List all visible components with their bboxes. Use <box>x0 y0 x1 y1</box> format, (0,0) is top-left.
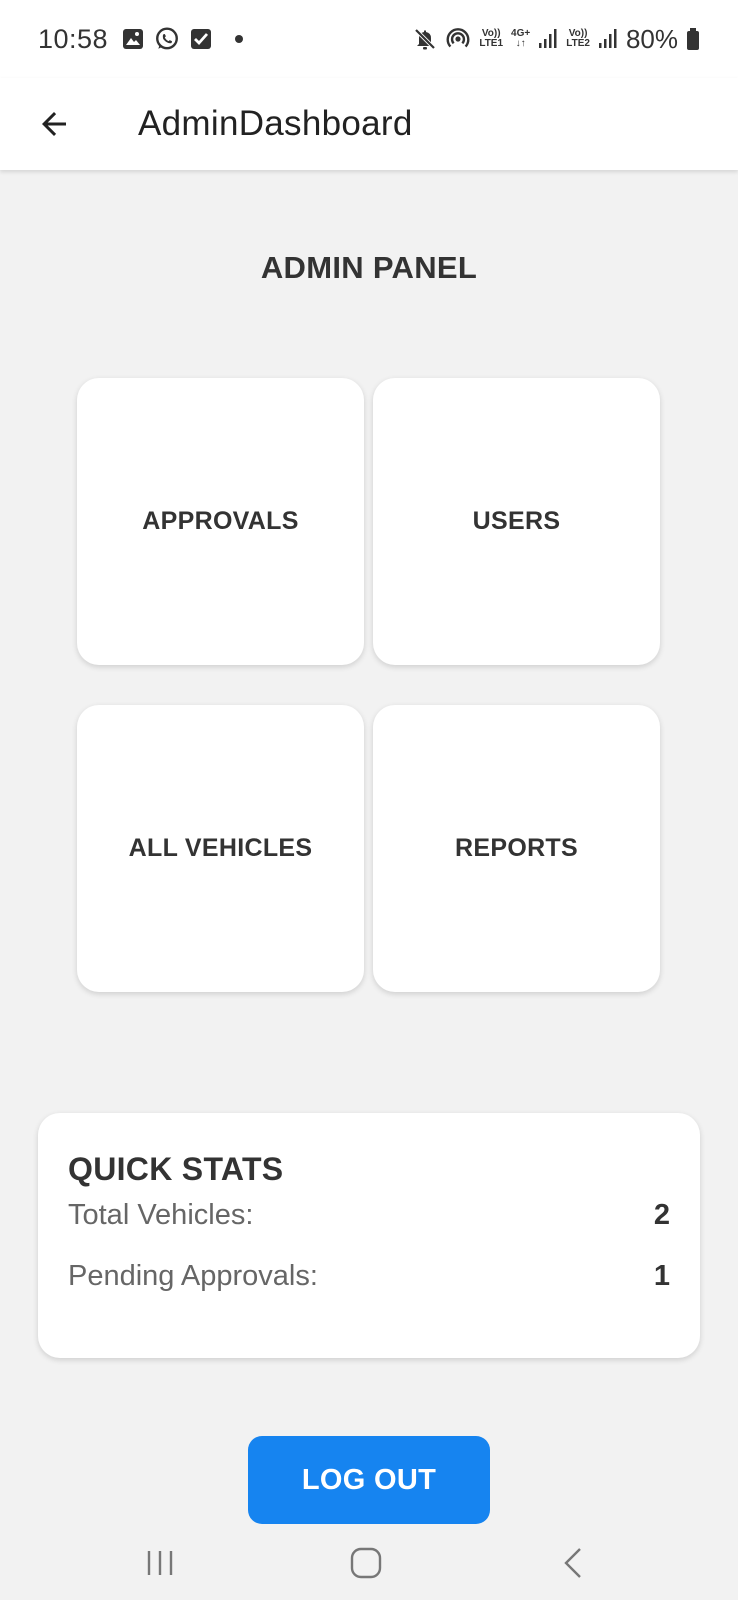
whatsapp-icon <box>154 26 180 52</box>
hotspot-icon <box>445 26 471 52</box>
recents-icon <box>147 1551 173 1575</box>
stat-row-total-vehicles: Total Vehicles: 2 <box>68 1195 670 1235</box>
tile-all-vehicles[interactable]: ALL VEHICLES <box>77 705 364 992</box>
signal-icon <box>538 28 558 50</box>
stat-label: Pending Approvals: <box>68 1259 318 1292</box>
net-type-tag: 4G+ ↓↑ <box>511 29 530 49</box>
home-icon <box>350 1547 382 1579</box>
tile-approvals-label: APPROVALS <box>142 507 299 535</box>
status-right: Vo)) LTE1 4G+ ↓↑ Vo)) LTE2 80% <box>413 24 700 55</box>
net2-tag: Vo)) LTE2 <box>566 29 590 49</box>
app-bar: AdminDashboard <box>0 78 738 170</box>
admin-panel-title: ADMIN PANEL <box>260 250 478 285</box>
gallery-icon <box>121 27 145 51</box>
net-arrows: ↓↑ <box>515 38 526 49</box>
tile-users-label: USERS <box>472 507 561 535</box>
tile-all-vehicles-label: ALL VEHICLES <box>128 834 313 862</box>
home-button[interactable] <box>336 1538 396 1588</box>
status-time: 10:58 <box>38 23 109 54</box>
net2-bottom: LTE2 <box>566 38 590 49</box>
system-nav-bar <box>0 1524 738 1600</box>
battery-percent: 80% <box>625 23 678 54</box>
quick-stats-title: QUICK STATS <box>68 1151 284 1187</box>
arrow-left-icon <box>42 112 66 136</box>
tile-reports-label: REPORTS <box>455 834 578 862</box>
stat-value: 2 <box>653 1198 670 1231</box>
checkbox-icon <box>189 27 213 51</box>
back-icon <box>564 1548 581 1578</box>
logout-label: LOG OUT <box>301 1463 437 1496</box>
back-button[interactable] <box>26 96 82 152</box>
dot-icon <box>234 34 244 44</box>
logout-button[interactable]: LOG OUT <box>248 1436 490 1524</box>
signal-icon-2 <box>598 28 618 50</box>
nav-back-button[interactable] <box>543 1538 603 1588</box>
screen: 10:58 Vo)) LTE1 4G+ ↓↑ Vo)) LTE2 80% Adm… <box>0 0 738 1600</box>
tile-reports[interactable]: REPORTS <box>373 705 660 992</box>
tile-users[interactable]: USERS <box>373 378 660 665</box>
battery-icon <box>686 27 700 51</box>
stat-value: 1 <box>653 1259 670 1292</box>
app-title: AdminDashboard <box>138 104 413 143</box>
recents-button[interactable] <box>130 1538 190 1588</box>
mute-icon <box>413 27 437 51</box>
net1-tag: Vo)) LTE1 <box>479 29 503 49</box>
quick-stats-card: QUICK STATS <box>38 1113 700 1358</box>
status-left: 10:58 <box>38 24 244 55</box>
tile-approvals[interactable]: APPROVALS <box>77 378 364 665</box>
stat-row-pending-approvals: Pending Approvals: 1 <box>68 1256 670 1296</box>
status-bar: 10:58 Vo)) LTE1 4G+ ↓↑ Vo)) LTE2 80% <box>0 0 738 78</box>
stat-label: Total Vehicles: <box>68 1198 254 1231</box>
net1-bottom: LTE1 <box>479 38 504 49</box>
